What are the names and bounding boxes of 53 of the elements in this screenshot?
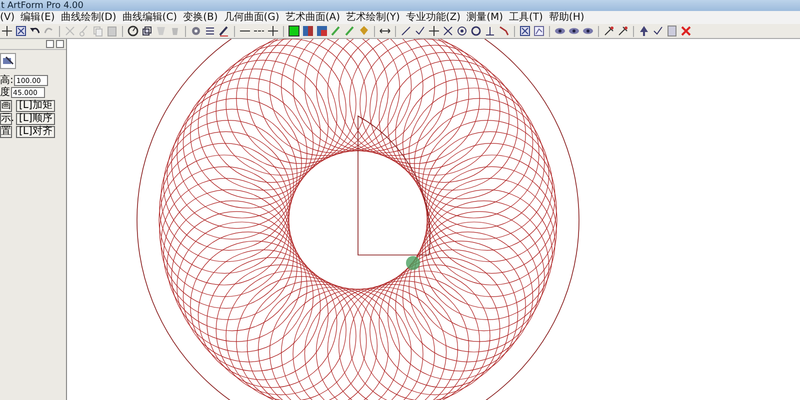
plus-icon[interactable] (267, 25, 279, 37)
target-icon[interactable] (456, 25, 468, 37)
cross-icon[interactable] (442, 25, 454, 37)
perpendicular-icon[interactable] (484, 25, 496, 37)
square-icon[interactable] (288, 25, 300, 37)
menu-item[interactable]: 帮助(H) (548, 12, 584, 24)
lines-icon[interactable] (204, 25, 216, 37)
marker-icon[interactable] (617, 25, 629, 37)
tool-icon (2, 55, 14, 67)
menu-item[interactable]: (V) (0, 12, 15, 24)
close-icon[interactable] (680, 25, 692, 37)
panel-button[interactable]: 置 (0, 126, 12, 138)
grid-icon[interactable] (15, 25, 27, 37)
gear-icon[interactable] (190, 25, 202, 37)
menu-item[interactable]: 曲线编辑(C) (122, 12, 178, 24)
dial-icon[interactable] (127, 25, 139, 37)
panel-button[interactable]: [L]对齐 (16, 126, 56, 138)
menu-item[interactable]: 编辑(E) (20, 12, 55, 24)
menu-item[interactable]: 几何曲面(G) (224, 12, 280, 24)
menu-item[interactable]: 曲线绘制(D) (60, 12, 116, 24)
hook-icon[interactable] (498, 25, 510, 37)
panel-button[interactable]: 画 (0, 100, 12, 112)
grid-icon[interactable] (519, 25, 531, 37)
cube-icon[interactable] (141, 25, 153, 37)
menu-item[interactable]: 测量(M) (466, 12, 503, 24)
close-icon[interactable] (56, 40, 64, 48)
plus-icon[interactable] (1, 25, 13, 37)
palette-icon[interactable] (316, 25, 328, 37)
menu-item[interactable]: 变换(B) (183, 12, 218, 24)
menu-item[interactable]: 艺术绘制(Y) (346, 12, 400, 24)
circle-icon[interactable] (470, 25, 482, 37)
window-title: t ArtForm Pro 4.00 (0, 0, 84, 10)
menu-item[interactable]: 专业功能(Z) (406, 12, 461, 24)
eye-icon[interactable] (568, 25, 580, 37)
eye-icon[interactable] (554, 25, 566, 37)
panel-tab[interactable] (0, 53, 16, 69)
plus-icon[interactable] (428, 25, 440, 37)
panel-button[interactable]: [L]顺序 (16, 113, 56, 125)
tick-icon[interactable] (414, 25, 426, 37)
chart-icon[interactable] (533, 25, 545, 37)
field-label: 高: (0, 75, 14, 86)
menu-item[interactable]: 艺术曲面(A) (285, 12, 340, 24)
eye-icon[interactable] (582, 25, 594, 37)
cursor-highlight (406, 256, 420, 270)
panel-button[interactable]: 示. (0, 113, 12, 125)
menu-item[interactable]: 工具(T) (509, 12, 543, 24)
panel-button[interactable]: [L]加矩 (16, 100, 56, 112)
gradient-icon[interactable] (302, 25, 314, 37)
tick-icon[interactable] (652, 25, 664, 37)
marker-icon[interactable] (603, 25, 615, 37)
pen-icon[interactable] (218, 25, 230, 37)
check-icon[interactable] (400, 25, 412, 37)
field-label: 度 (0, 87, 10, 98)
